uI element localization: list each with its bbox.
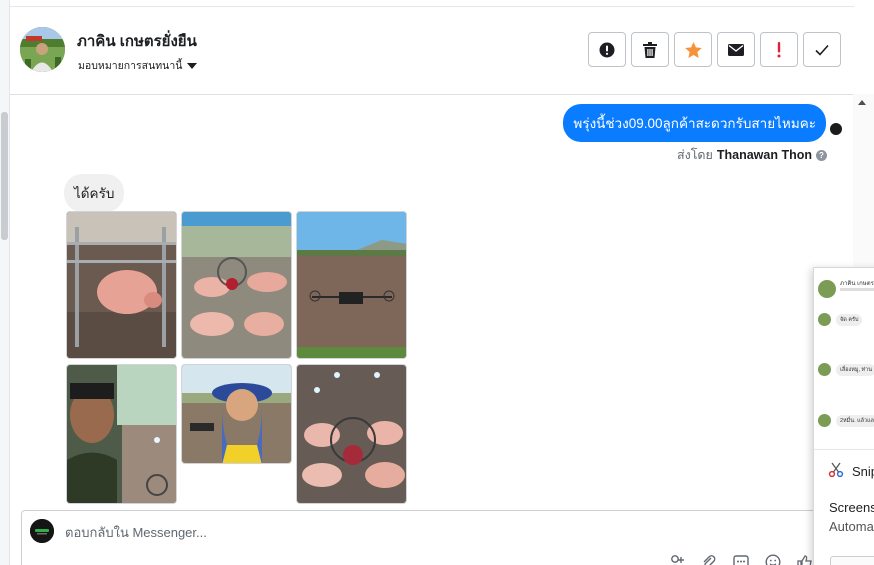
follow-up-button[interactable]: [760, 32, 798, 67]
reply-composer: [21, 510, 829, 565]
alert-circle-icon: [599, 42, 615, 58]
star-button[interactable]: [674, 32, 712, 67]
preview-message-avatar: [818, 313, 831, 326]
snip-message-title: Screens: [829, 500, 874, 515]
header-actions: [588, 32, 841, 67]
exclamation-icon: [777, 41, 781, 58]
thumbs-up-icon[interactable]: [796, 554, 814, 565]
preview-bubble: 2หมื่น. แล้วแล: [836, 414, 874, 427]
spam-button[interactable]: [588, 32, 626, 67]
preview-message-row: เลื่องหมู, ท่าน: [818, 363, 874, 376]
caret-down-icon: [187, 62, 198, 69]
reply-input[interactable]: [65, 525, 625, 540]
trash-icon: [643, 41, 657, 58]
sent-by-line: ส่งโดย Thanawan Thon ?: [677, 145, 827, 165]
snipping-tool-notification[interactable]: ภาคิน เกษตร จัด ครับ เลื่องหมู, ท่าน 2หม…: [813, 267, 874, 565]
preview-bubble: เลื่องหมู, ท่าน: [836, 363, 874, 376]
page-avatar: [30, 519, 54, 543]
incoming-message-bubble[interactable]: ได้ครับ: [64, 174, 125, 212]
checkmark-icon: [815, 44, 829, 56]
scissors-icon: [828, 462, 844, 481]
scroll-up-arrow-icon[interactable]: [858, 100, 866, 105]
assign-conversation-dropdown[interactable]: มอบหมายการสนทนานี้: [78, 57, 198, 74]
snip-message-body: Automa: [829, 519, 874, 534]
inbox-conversation-page: ภาคิน เกษตรยั่งยืน มอบหมายการสนทนานี้ พร…: [0, 0, 874, 565]
snip-title: Snip: [852, 464, 874, 479]
preview-message-avatar: [818, 414, 831, 427]
preview-bubble: จัด ครับ: [836, 313, 863, 326]
piglets-feeder-photo[interactable]: [296, 364, 407, 504]
help-icon[interactable]: ?: [816, 149, 827, 161]
conversation-header: ภาคิน เกษตรยั่งยืน มอบหมายการสนทนานี้: [10, 0, 854, 95]
header-divider: [10, 6, 854, 7]
message-thread[interactable]: พรุ่งนี้ช่วง09.00ลูกค้าสะดวกรับสายไหมคะ …: [10, 96, 853, 510]
drone-field-photo[interactable]: [296, 211, 407, 359]
snip-title-row: Snip: [828, 462, 874, 481]
woman-drone-field-photo[interactable]: [181, 364, 292, 464]
sender-avatar: [830, 123, 842, 135]
farmer-selfie-photo[interactable]: [66, 364, 177, 504]
star-icon: [684, 41, 702, 58]
mark-unread-button[interactable]: [717, 32, 755, 67]
add-person-icon[interactable]: [668, 554, 686, 565]
done-button[interactable]: [803, 32, 841, 67]
piglets-feeding-photo[interactable]: [181, 211, 292, 359]
preview-subline: [840, 288, 874, 291]
preview-message-row: จัด ครับ: [818, 313, 863, 326]
preview-message-row: 2หมื่น. แล้วแล: [818, 414, 874, 427]
pig-in-pen-photo[interactable]: [66, 211, 177, 359]
left-scrollbar[interactable]: [0, 0, 10, 565]
left-scrollbar-thumb[interactable]: [1, 112, 8, 240]
paperclip-icon[interactable]: [700, 554, 718, 565]
sent-by-name: Thanawan Thon: [716, 148, 812, 162]
preview-message-avatar: [818, 363, 831, 376]
preview-name: ภาคิน เกษตร: [840, 281, 874, 287]
outgoing-message-bubble[interactable]: พรุ่งนี้ช่วง09.00ลูกค้าสะดวกรับสายไหมคะ: [563, 104, 826, 142]
emoji-icon[interactable]: [764, 554, 782, 565]
contact-avatar[interactable]: [20, 27, 65, 72]
assign-label: มอบหมายการสนทนานี้: [78, 60, 183, 72]
saved-replies-icon[interactable]: [732, 554, 750, 565]
contact-name: ภาคิน เกษตรยั่งยืน: [77, 33, 197, 50]
snip-action-button[interactable]: [830, 556, 874, 565]
preview-avatar: [818, 280, 836, 298]
reply-toolbar: [668, 554, 814, 565]
delete-button[interactable]: [631, 32, 669, 67]
envelope-icon: [728, 43, 744, 56]
snip-preview-thumbnail[interactable]: ภาคิน เกษตร จัด ครับ เลื่องหมู, ท่าน 2หม…: [814, 268, 874, 450]
sent-by-prefix: ส่งโดย: [676, 148, 713, 162]
